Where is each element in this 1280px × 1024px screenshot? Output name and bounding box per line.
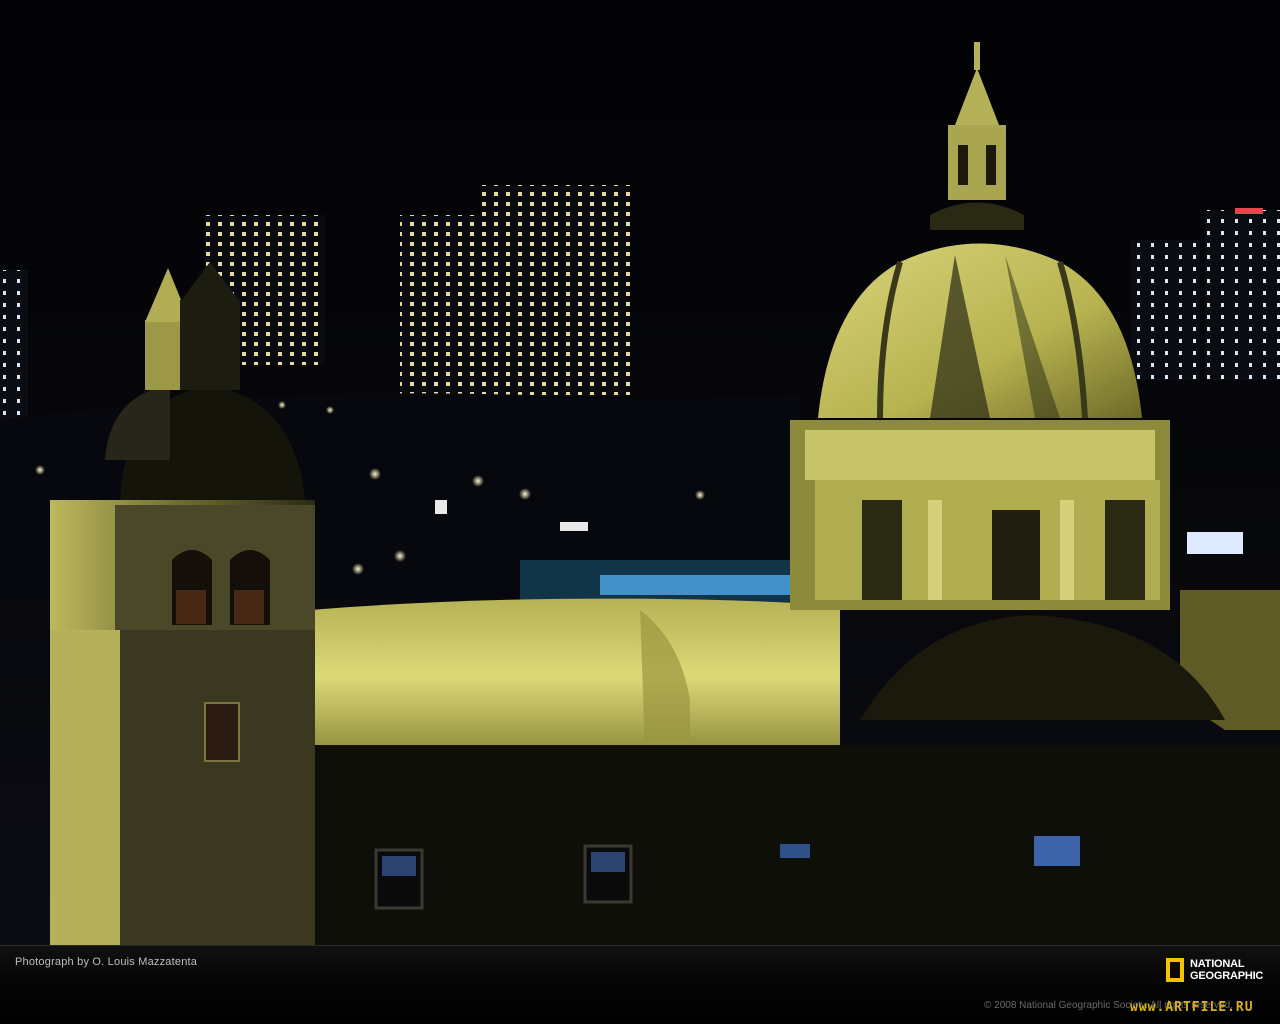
watermark-text: www.ARTFILE.RU <box>1130 1000 1254 1015</box>
caption-bar: Photograph by O. Louis Mazzatenta NATION… <box>0 945 1280 1024</box>
yellow-frame-icon <box>1166 958 1184 982</box>
night-cathedral-photo <box>0 0 1280 945</box>
national-geographic-logo[interactable]: NATIONAL GEOGRAPHIC <box>1166 956 1263 984</box>
logo-text: NATIONAL GEOGRAPHIC <box>1190 958 1263 982</box>
photo-credit: Photograph by O. Louis Mazzatenta <box>15 956 198 968</box>
logo-line-2: GEOGRAPHIC <box>1190 970 1264 982</box>
logo-line-1: NATIONAL <box>1190 958 1245 970</box>
cathedral-nave <box>310 590 1280 945</box>
wallpaper: Photograph by O. Louis Mazzatenta NATION… <box>0 0 1280 1024</box>
